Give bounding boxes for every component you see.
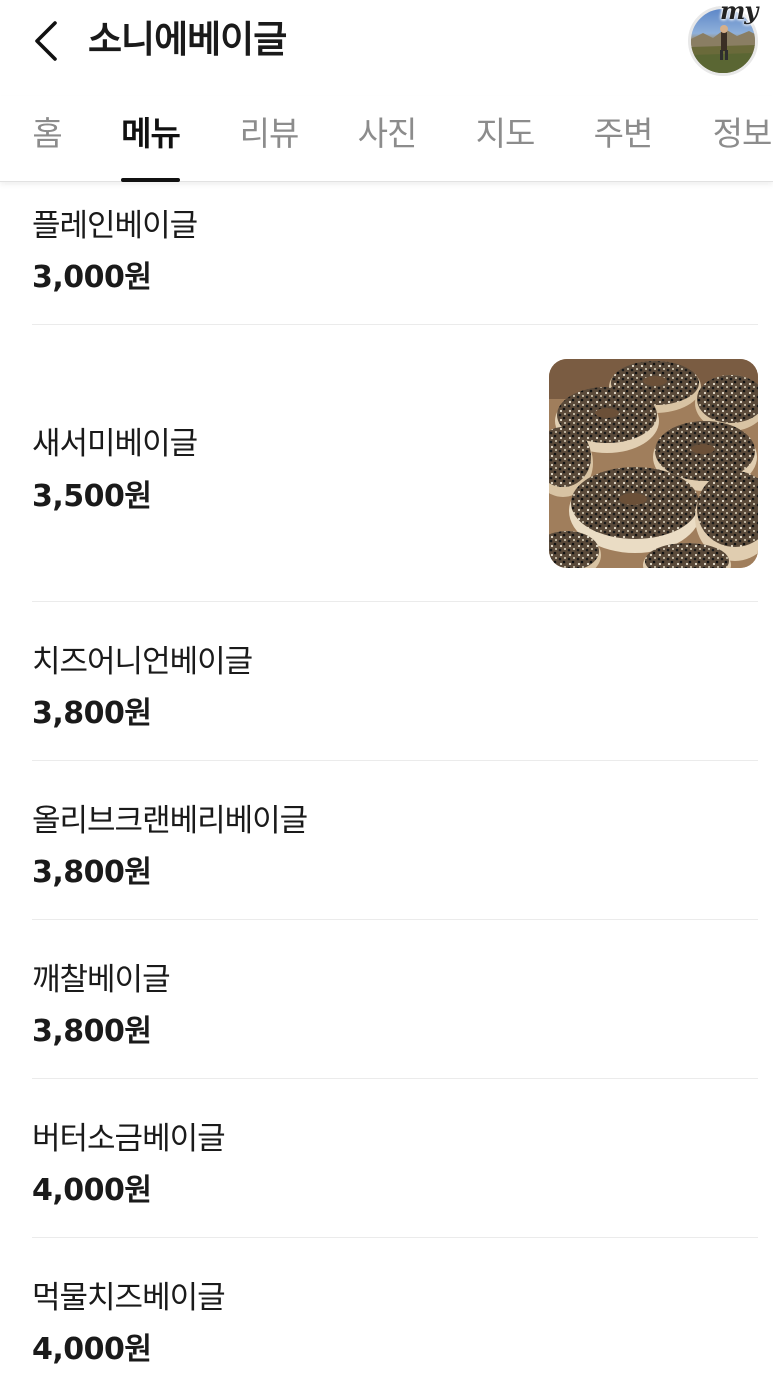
menu-item-price: 4,000원 xyxy=(32,1173,152,1208)
menu-item-photo[interactable] xyxy=(549,359,758,568)
menu-item-sesame-chewy-bagel[interactable]: 깨찰베이글 3,800원 xyxy=(32,920,758,1078)
menu-item-olive-cranberry-bagel[interactable]: 올리브크랜베리베이글 3,800원 xyxy=(32,761,758,919)
menu-item-cheese-onion-bagel[interactable]: 치즈어니언베이글 3,800원 xyxy=(32,602,758,760)
top-bar: 소니에베이글 my xyxy=(0,0,773,88)
tab-nearby[interactable]: 주변 xyxy=(593,96,654,182)
menu-item-name: 깨찰베이글 xyxy=(32,962,171,998)
menu-item-price: 3,800원 xyxy=(32,855,152,890)
my-badge: my xyxy=(720,0,758,25)
menu-item-name: 버터소금베이글 xyxy=(32,1121,226,1157)
menu-item-name: 올리브크랜베리베이글 xyxy=(32,803,308,839)
menu-item-name: 치즈어니언베이글 xyxy=(32,644,253,680)
back-button[interactable] xyxy=(26,18,66,64)
tab-photos[interactable]: 사진 xyxy=(357,96,418,182)
menu-item-sesame-bagel[interactable]: 새서미베이글 3,500원 xyxy=(32,325,758,601)
menu-item-name: 먹물치즈베이글 xyxy=(32,1280,226,1316)
menu-item-plain-bagel[interactable]: 플레인베이글 3,000원 xyxy=(32,184,758,324)
menu-item-name: 플레인베이글 xyxy=(32,208,198,244)
menu-item-butter-salt-bagel[interactable]: 버터소금베이글 4,000원 xyxy=(32,1079,758,1237)
tab-reviews[interactable]: 리뷰 xyxy=(239,96,300,182)
menu-item-price: 3,500원 xyxy=(32,479,152,514)
menu-item-price: 4,000원 xyxy=(32,1332,152,1367)
tab-menu[interactable]: 메뉴 xyxy=(121,96,181,182)
page-title: 소니에베이글 xyxy=(88,18,287,61)
menu-item-price: 3,000원 xyxy=(32,260,152,295)
tab-home[interactable]: 홈 xyxy=(31,96,63,182)
menu-item-price: 3,800원 xyxy=(32,1014,152,1049)
menu-item-squid-ink-cheese-bagel[interactable]: 먹물치즈베이글 4,000원 xyxy=(32,1238,758,1383)
tab-bar: 홈 메뉴 리뷰 사진 지도 주변 정보 xyxy=(0,96,773,182)
chevron-left-icon xyxy=(35,21,57,61)
tab-map[interactable]: 지도 xyxy=(475,96,536,182)
tab-info[interactable]: 정보 xyxy=(711,96,773,182)
menu-item-price: 3,800원 xyxy=(32,696,152,731)
menu-item-name: 새서미베이글 xyxy=(32,426,198,462)
sesame-bagel-photo xyxy=(549,359,758,568)
